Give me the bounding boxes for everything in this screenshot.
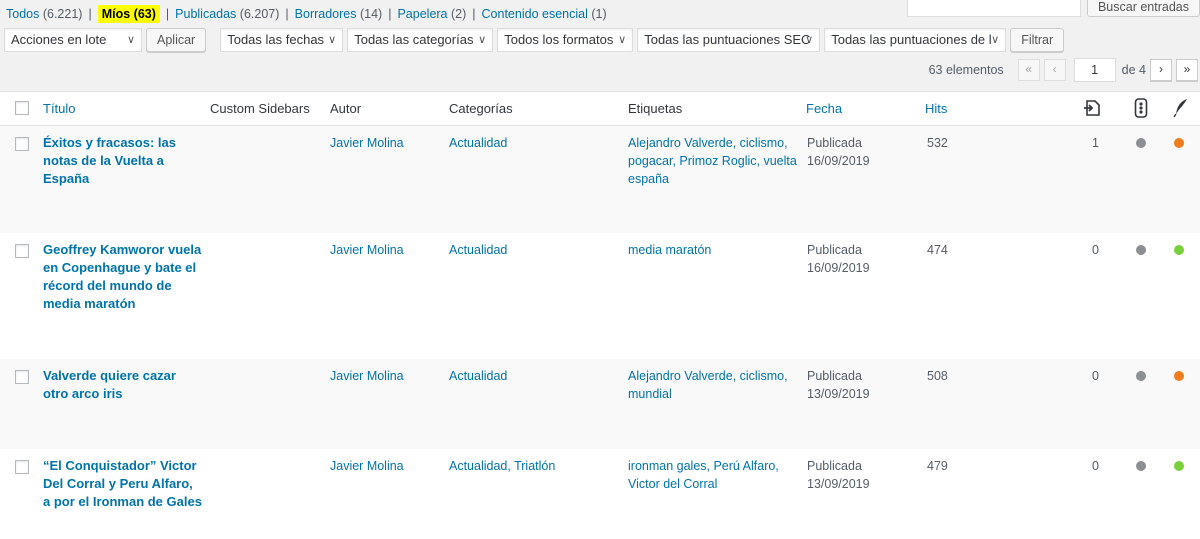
internal-links-count: 0: [1092, 459, 1099, 473]
traffic-light-icon: [1134, 98, 1148, 121]
post-title-link[interactable]: Geoffrey Kamworor vuela en Copenhague y b…: [43, 241, 203, 313]
current-page-input[interactable]: 1: [1073, 58, 1116, 82]
author-link[interactable]: Javier Molina: [330, 367, 404, 385]
pagination: 63 elementos « ‹ 1 de 4 › »: [929, 58, 1198, 82]
search-box: Buscar entradas: [906, 0, 1200, 18]
column-tags: Etiquetas: [628, 101, 683, 116]
category-filter-select[interactable]: Todas las categorías ∨: [347, 28, 494, 52]
hits-count: 508: [927, 369, 948, 383]
table-header: Título Custom Sidebars Autor Categorías …: [0, 92, 1200, 126]
tags-links[interactable]: Alejandro Valverde, ciclismo, mundial: [628, 367, 798, 403]
seo-score-filter-select[interactable]: Todas las puntuaciones SEC ∨: [637, 28, 821, 52]
tags-links[interactable]: media maratón: [628, 241, 798, 259]
hits-count: 532: [927, 136, 948, 150]
filter-cornerstone-link[interactable]: Contenido esencial (1): [482, 7, 607, 21]
seo-score-dot: [1136, 245, 1146, 255]
column-date[interactable]: Fecha: [806, 101, 842, 116]
table-row: “El Conquistador” Victor Del Corral y Per…: [0, 449, 1200, 539]
separator: |: [165, 7, 170, 21]
row-checkbox[interactable]: [15, 460, 29, 474]
total-pages: de 4: [1121, 63, 1146, 77]
filter-mine-link[interactable]: Míos (63): [97, 5, 160, 23]
readability-score-filter-select[interactable]: Todas las puntuaciones de l ∨: [824, 28, 1007, 52]
author-link[interactable]: Javier Molina: [330, 134, 404, 152]
separator: |: [88, 7, 92, 21]
last-page-button[interactable]: »: [1176, 59, 1198, 81]
date-cell: Publicada 16/09/2019: [807, 243, 870, 275]
chevron-down-icon: ∨: [805, 34, 814, 46]
prev-page-button[interactable]: ‹: [1043, 59, 1066, 81]
table-row: Geoffrey Kamworor vuela en Copenhague y b…: [0, 233, 1200, 359]
tags-links[interactable]: Alejandro Valverde, ciclismo, pogacar, Pr…: [628, 134, 798, 188]
table-row: Éxitos y fracasos: las notas de la Vuelta…: [0, 126, 1200, 233]
posts-table: Título Custom Sidebars Autor Categorías …: [0, 91, 1200, 539]
row-checkbox[interactable]: [15, 137, 29, 151]
seo-score-dot: [1136, 461, 1146, 471]
filter-button[interactable]: Filtrar: [1010, 28, 1065, 52]
column-custom-sidebars: Custom Sidebars: [210, 101, 310, 116]
filter-trash-link[interactable]: Papelera (2): [397, 7, 466, 21]
first-page-button[interactable]: «: [1017, 59, 1040, 81]
separator: |: [285, 7, 289, 21]
post-title-link[interactable]: Valverde quiere cazar otro arco iris: [43, 367, 203, 403]
author-link[interactable]: Javier Molina: [330, 457, 404, 475]
bulk-actions-select[interactable]: Acciones en lote ∨: [4, 28, 142, 52]
author-link[interactable]: Javier Molina: [330, 241, 404, 259]
column-hits[interactable]: Hits: [925, 101, 947, 116]
readability-score-dot: [1174, 138, 1184, 148]
hits-count: 474: [927, 243, 948, 257]
internal-links-count: 0: [1092, 243, 1099, 257]
chevron-down-icon: ∨: [991, 34, 1000, 46]
tags-links[interactable]: ironman gales, Perú Alfaro, Victor del Co…: [628, 457, 798, 493]
internal-links-icon: [1083, 98, 1103, 121]
items-count: 63 elementos: [928, 63, 1004, 77]
post-title-link[interactable]: Éxitos y fracasos: las notas de la Vuelta…: [43, 134, 203, 188]
column-title[interactable]: Título: [43, 101, 76, 116]
apply-button[interactable]: Aplicar: [146, 28, 207, 52]
column-author: Autor: [330, 101, 362, 116]
date-filter-select[interactable]: Todas las fechas ∨: [220, 28, 344, 52]
select-all-checkbox[interactable]: [15, 101, 29, 115]
readability-score-dot: [1174, 371, 1184, 381]
seo-score-dot: [1136, 371, 1146, 381]
filter-all-link[interactable]: Todos (6.221): [6, 7, 82, 21]
date-cell: Publicada 16/09/2019: [807, 136, 870, 168]
quill-icon: [1173, 98, 1189, 121]
separator: |: [388, 7, 392, 21]
chevron-down-icon: ∨: [618, 34, 627, 46]
next-page-button[interactable]: ›: [1150, 59, 1172, 81]
internal-links-count: 1: [1092, 136, 1099, 150]
categories-link[interactable]: Actualidad: [449, 134, 507, 152]
format-filter-select[interactable]: Todos los formatos ∨: [497, 28, 634, 52]
column-categories: Categorías: [449, 101, 513, 116]
internal-links-count: 0: [1092, 369, 1099, 383]
search-posts-button[interactable]: Buscar entradas: [1086, 0, 1200, 17]
filters-bar: Acciones en lote ∨ Aplicar Todas las fech…: [4, 27, 1065, 53]
separator: |: [472, 7, 476, 21]
table-row: Valverde quiere cazar otro arco iris Javie…: [0, 359, 1200, 449]
status-filter-links: Todos (6.221) | Míos (63) | Publicadas (…: [6, 4, 607, 24]
row-checkbox[interactable]: [15, 244, 29, 258]
row-checkbox[interactable]: [15, 370, 29, 384]
chevron-down-icon: ∨: [478, 34, 487, 46]
readability-score-dot: [1174, 461, 1184, 471]
date-cell: Publicada 13/09/2019: [807, 459, 870, 491]
categories-link[interactable]: Actualidad: [449, 241, 507, 259]
search-input[interactable]: [906, 0, 1081, 17]
filter-published-link[interactable]: Publicadas (6.207): [175, 7, 279, 21]
seo-score-dot: [1136, 138, 1146, 148]
categories-link[interactable]: Actualidad: [449, 367, 507, 385]
chevron-down-icon: ∨: [126, 34, 135, 46]
hits-count: 479: [927, 459, 948, 473]
filter-drafts-link[interactable]: Borradores (14): [295, 7, 383, 21]
date-cell: Publicada 13/09/2019: [807, 369, 870, 401]
categories-link[interactable]: Actualidad, Triatlón: [449, 457, 555, 475]
readability-score-dot: [1174, 245, 1184, 255]
chevron-down-icon: ∨: [328, 34, 337, 46]
post-title-link[interactable]: “El Conquistador” Victor Del Corral y Per…: [43, 457, 203, 511]
